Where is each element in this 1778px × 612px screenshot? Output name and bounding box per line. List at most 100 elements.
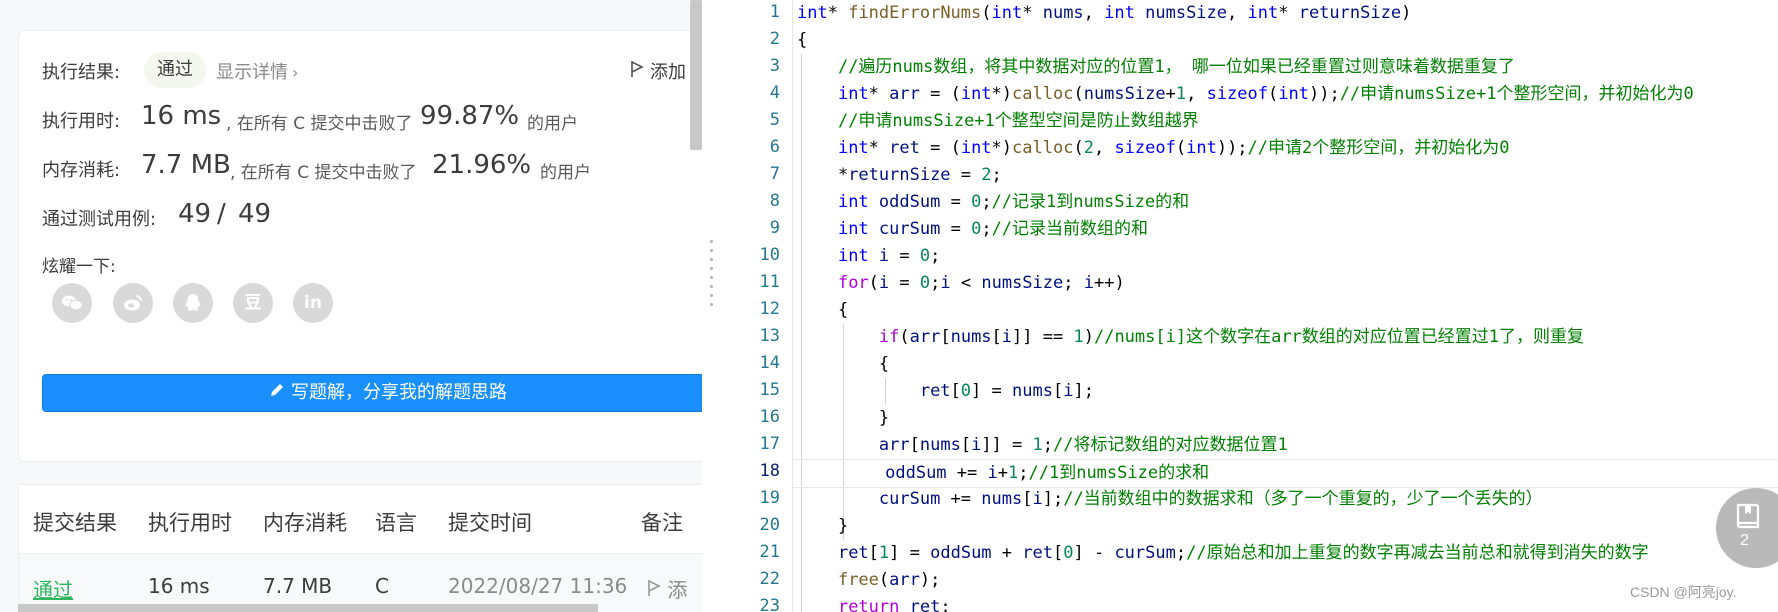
line-number: 14 bbox=[759, 353, 780, 373]
panel-splitter[interactable] bbox=[702, 0, 722, 612]
code-line: curSum += nums[i];//当前数组中的数据求和（多了一个重复的，少… bbox=[878, 489, 1543, 509]
memory-label: 内存消耗: bbox=[42, 160, 121, 181]
code-line: } bbox=[797, 408, 890, 428]
line-number: 12 bbox=[759, 299, 780, 319]
flag-icon bbox=[647, 578, 661, 602]
code-editor[interactable]: 1 2 3 4 5 6 7 8 9 10 11 12 13 14 15 16 17 18 19 20 21 22 23 in… bbox=[722, 0, 1778, 612]
line-number: 15 bbox=[759, 380, 780, 400]
tests-total: 49 bbox=[238, 199, 272, 229]
code-line: int* ret = (int*)calloc(2, sizeof(int));… bbox=[837, 138, 1510, 158]
add-note-label: 添加 bbox=[650, 62, 686, 83]
code-line: for(i = 0;i < numsSize; i++) bbox=[837, 273, 1125, 293]
line-number: 11 bbox=[759, 272, 780, 292]
code-line: int oddSum = 0;//记录1到numsSize的和 bbox=[837, 192, 1190, 212]
code-line: //申请numsSize+1个整型空间是防止数组越界 bbox=[837, 111, 1199, 131]
code-line: { bbox=[797, 300, 849, 320]
status-badge: 通过 bbox=[144, 52, 206, 88]
result-label: 执行结果: bbox=[42, 62, 121, 83]
th-note: 备注 bbox=[641, 511, 683, 535]
runtime-percent: 99.87% bbox=[420, 101, 520, 131]
linkedin-glyph: in bbox=[304, 293, 322, 313]
line-number: 8 bbox=[769, 191, 780, 211]
memory-suffix: 的用户 bbox=[540, 163, 591, 183]
code-area[interactable]: int* findErrorNums(int* nums, int numsSi… bbox=[793, 0, 1778, 612]
tests-passed: 49 bbox=[178, 199, 212, 229]
current-code-line: oddSum += i+1;//1到numsSize的求和 bbox=[793, 459, 1778, 488]
line-number: 9 bbox=[769, 218, 780, 238]
line-number: 2 bbox=[769, 29, 780, 49]
row-time: 2022/08/27 11:36 bbox=[448, 574, 628, 598]
drag-handle-icon[interactable] bbox=[710, 240, 714, 306]
line-number: 13 bbox=[759, 326, 780, 346]
th-memory: 内存消耗 bbox=[263, 511, 347, 535]
row-runtime: 16 ms bbox=[148, 574, 210, 598]
line-number: 1 bbox=[769, 2, 780, 22]
code-line: *returnSize = 2; bbox=[797, 165, 1002, 185]
write-solution-label: 写题解，分享我的解题思路 bbox=[291, 382, 507, 403]
write-solution-button[interactable]: 写题解，分享我的解题思路 bbox=[42, 374, 722, 412]
code-line: if(arr[nums[i]] == 1)//nums[i]这个数字在arr数组… bbox=[878, 327, 1585, 347]
line-number: 5 bbox=[769, 110, 780, 130]
notes-count: 2 bbox=[1740, 532, 1749, 549]
douban-glyph: 豆 bbox=[244, 293, 262, 313]
memory-beat-text: , 在所有 C 提交中击败了 bbox=[230, 163, 417, 183]
tests-separator: / bbox=[217, 199, 226, 229]
line-number: 16 bbox=[759, 407, 780, 427]
memory-percent: 21.96% bbox=[432, 150, 532, 180]
wechat-icon[interactable] bbox=[52, 283, 92, 323]
linkedin-icon[interactable]: in bbox=[293, 283, 333, 323]
row-add-note-label: 添 bbox=[667, 578, 688, 602]
chevron-right-icon: › bbox=[292, 63, 299, 82]
line-number: 10 bbox=[759, 245, 780, 265]
line-number: 7 bbox=[769, 164, 780, 184]
weibo-icon[interactable] bbox=[113, 283, 153, 323]
show-details-link[interactable]: 显示详情 › bbox=[216, 58, 298, 84]
line-number: 19 bbox=[759, 488, 780, 508]
line-number: 3 bbox=[769, 56, 780, 76]
submission-result-panel: 执行结果: 通过 显示详情 › 添加 执行用时: 16 ms , 在所有 C 提交… bbox=[0, 0, 722, 612]
th-time: 提交时间 bbox=[448, 511, 532, 535]
row-memory: 7.7 MB bbox=[263, 574, 333, 598]
code-line: int i = 0; bbox=[837, 246, 941, 266]
tests-label: 通过测试用例: bbox=[42, 209, 157, 230]
code-line: ret[1] = oddSum + ret[0] - curSum;//原始总和… bbox=[837, 543, 1649, 563]
code-line: ret[0] = nums[i]; bbox=[919, 381, 1094, 401]
douban-icon[interactable]: 豆 bbox=[233, 283, 273, 323]
submissions-table: 提交结果 执行用时 内存消耗 语言 提交时间 备注 通过 16 ms 7.7 M… bbox=[18, 484, 722, 612]
row-add-note[interactable]: 添 bbox=[647, 574, 687, 603]
code-line: arr[nums[i]] = 1;//将标记数组的对应数据位置1 bbox=[878, 435, 1288, 455]
show-details-label: 显示详情 bbox=[216, 62, 288, 83]
book-icon bbox=[1733, 502, 1763, 536]
horizontal-scrollbar[interactable] bbox=[18, 604, 598, 612]
memory-value: 7.7 MB bbox=[141, 150, 231, 180]
code-line: int* findErrorNums(int* nums, int numsSi… bbox=[797, 3, 1412, 23]
add-note-button[interactable]: 添加 bbox=[630, 58, 686, 84]
row-result-link[interactable]: 通过 bbox=[33, 574, 73, 603]
line-number: 6 bbox=[769, 137, 780, 157]
code-line: } bbox=[797, 516, 849, 536]
flag-icon bbox=[630, 60, 644, 83]
th-language: 语言 bbox=[375, 511, 417, 535]
code-line: int* arr = (int*)calloc(numsSize+1, size… bbox=[837, 84, 1694, 104]
watermark: CSDN @阿亮joy. bbox=[1630, 584, 1737, 600]
line-number-gutter: 1 2 3 4 5 6 7 8 9 10 11 12 13 14 15 16 17 18 19 20 21 22 23 bbox=[722, 0, 793, 612]
th-result: 提交结果 bbox=[33, 511, 117, 535]
code-line: return ret; bbox=[837, 597, 951, 612]
th-runtime: 执行用时 bbox=[148, 511, 232, 535]
line-number: 23 bbox=[759, 596, 780, 612]
line-number: 18 bbox=[759, 461, 780, 481]
code-line: //遍历nums数组，将其中数据对应的位置1， 哪一位如果已经重置过则意味着数据… bbox=[837, 57, 1515, 77]
runtime-suffix: 的用户 bbox=[527, 114, 578, 134]
runtime-label: 执行用时: bbox=[42, 111, 121, 132]
pencil-icon bbox=[269, 375, 285, 411]
line-number: 22 bbox=[759, 569, 780, 589]
line-number: 20 bbox=[759, 515, 780, 535]
share-label: 炫耀一下: bbox=[42, 257, 116, 277]
line-number: 4 bbox=[769, 83, 780, 103]
qq-icon[interactable] bbox=[173, 283, 213, 323]
line-number: 21 bbox=[759, 542, 780, 562]
runtime-value: 16 ms bbox=[141, 101, 222, 131]
left-panel-scrollbar[interactable] bbox=[690, 0, 702, 150]
code-line: int curSum = 0;//记录当前数组的和 bbox=[837, 219, 1149, 239]
code-line: { bbox=[797, 354, 890, 374]
